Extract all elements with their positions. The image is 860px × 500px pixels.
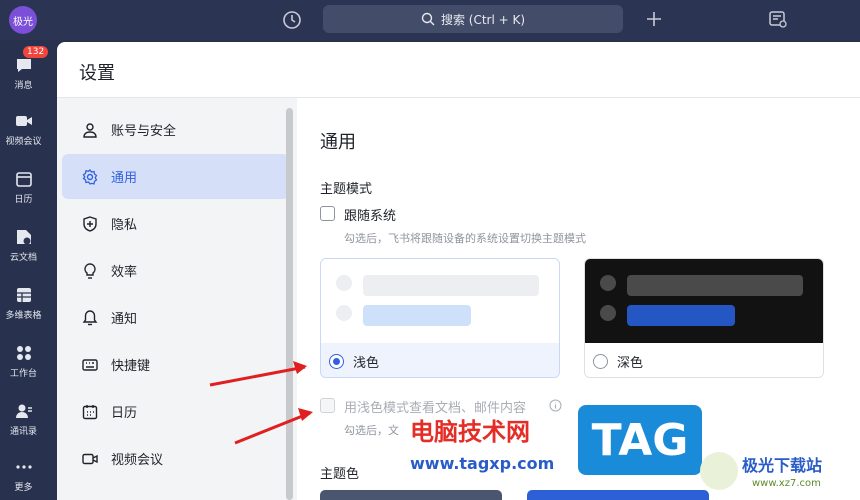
left-rail: 消息 132 视频会议 日历 云文档 多维表格 工作台 通讯录 更多 [0, 40, 49, 500]
rail-item-label: 视频会议 [5, 137, 42, 147]
nav-item-notification[interactable]: 通知 [62, 295, 289, 340]
plus-icon[interactable] [643, 8, 665, 30]
watermark-url: www.tagxp.com [410, 454, 555, 473]
user-icon [83, 122, 97, 138]
nav-item-label: 隐私 [111, 218, 138, 233]
more-icon [15, 465, 32, 469]
rail-item-label: 多维表格 [5, 311, 42, 321]
help-desk-icon[interactable] [767, 8, 789, 30]
nav-item-general[interactable]: 通用 [62, 154, 289, 199]
top-bar: 极光 搜索 (Ctrl + K) [0, 0, 860, 40]
theme-color-label: 主题色 [320, 467, 360, 482]
video-camera-icon [15, 116, 32, 126]
follow-system-checkbox[interactable] [320, 206, 335, 221]
rail-item-calendar[interactable]: 日历 [0, 168, 47, 205]
history-icon[interactable] [281, 9, 303, 31]
nav-item-privacy[interactable]: 隐私 [62, 201, 289, 246]
shield-icon [83, 215, 97, 232]
brand-logo-icon [700, 452, 738, 490]
theme-color-swatch-2[interactable] [527, 490, 709, 500]
rail-item-workplace[interactable]: 工作台 [0, 342, 47, 379]
calendar-icon [82, 404, 98, 419]
gear-icon [82, 168, 98, 185]
watermark-title: 电脑技术网 [410, 418, 530, 446]
annotation-arrows [209, 361, 313, 445]
rail-item-label: 更多 [14, 483, 33, 493]
brand-name: 极光下载站 [742, 456, 823, 475]
unread-badge: 132 [23, 46, 49, 58]
rail-item-contacts[interactable]: 通讯录 [0, 400, 47, 437]
page-title: 设置 [79, 63, 115, 84]
watermark-logo: TAG [578, 405, 702, 475]
theme-color-swatch-1[interactable] [320, 490, 502, 500]
rail-item-label: 日历 [14, 195, 33, 205]
nav-item-account-security[interactable]: 账号与安全 [62, 107, 289, 152]
rail-item-label: 通讯录 [9, 427, 37, 437]
avatar[interactable]: 极光 [9, 6, 37, 34]
light-doc-hint: 勾选后，文 [344, 424, 399, 437]
rail-item-video-meeting[interactable]: 视频会议 [0, 110, 47, 147]
rail-item-base[interactable]: 多维表格 [0, 284, 47, 321]
search-icon [421, 12, 435, 26]
nav-item-label: 效率 [111, 265, 138, 280]
search-label: 搜索 (Ctrl + K) [440, 12, 526, 27]
keyboard-icon [82, 358, 98, 371]
dark-theme-label: 深色 [617, 355, 644, 371]
nav-item-efficiency[interactable]: 效率 [62, 248, 289, 293]
video-camera-icon [82, 453, 98, 464]
nav-item-label: 视频会议 [111, 453, 164, 468]
nav-item-label: 通用 [111, 171, 138, 186]
nav-item-label: 账号与安全 [111, 124, 177, 139]
calendar-icon [15, 172, 32, 187]
rail-item-messages[interactable]: 消息 [0, 54, 47, 91]
apps-grid-icon [16, 346, 31, 360]
contacts-icon [15, 404, 32, 418]
section-heading: 通用 [320, 132, 356, 153]
light-theme-card[interactable]: 浅色 [320, 258, 560, 378]
lightbulb-icon [84, 262, 96, 279]
light-theme-label: 浅色 [353, 355, 380, 371]
light-theme-radio[interactable] [329, 353, 344, 369]
rail-item-docs[interactable]: 云文档 [0, 226, 47, 263]
nav-item-label: 快捷键 [111, 359, 151, 374]
theme-mode-label: 主题模式 [320, 182, 373, 197]
dark-theme-radio[interactable] [593, 353, 608, 369]
bell-icon [82, 309, 98, 325]
brand-url: www.xz7.com [752, 478, 821, 489]
light-preview [321, 259, 559, 343]
nav-item-label: 通知 [111, 312, 138, 327]
light-doc-checkbox[interactable] [320, 398, 335, 413]
rail-item-more[interactable]: 更多 [0, 456, 47, 493]
table-icon [16, 288, 31, 302]
rail-item-label: 云文档 [9, 253, 37, 263]
rail-item-label: 消息 [14, 81, 33, 91]
dark-theme-card[interactable]: 深色 [584, 258, 824, 378]
follow-system-hint: 勾选后，飞书将跟随设备的系统设置切换主题模式 [344, 232, 586, 245]
rail-item-label: 工作台 [9, 369, 37, 379]
follow-system-label: 跟随系统 [344, 209, 397, 224]
cloud-doc-icon [16, 230, 31, 245]
dark-preview [585, 259, 823, 343]
nav-item-label: 日历 [111, 406, 138, 421]
info-icon[interactable] [549, 399, 562, 412]
search-bar[interactable]: 搜索 (Ctrl + K) [323, 5, 623, 33]
